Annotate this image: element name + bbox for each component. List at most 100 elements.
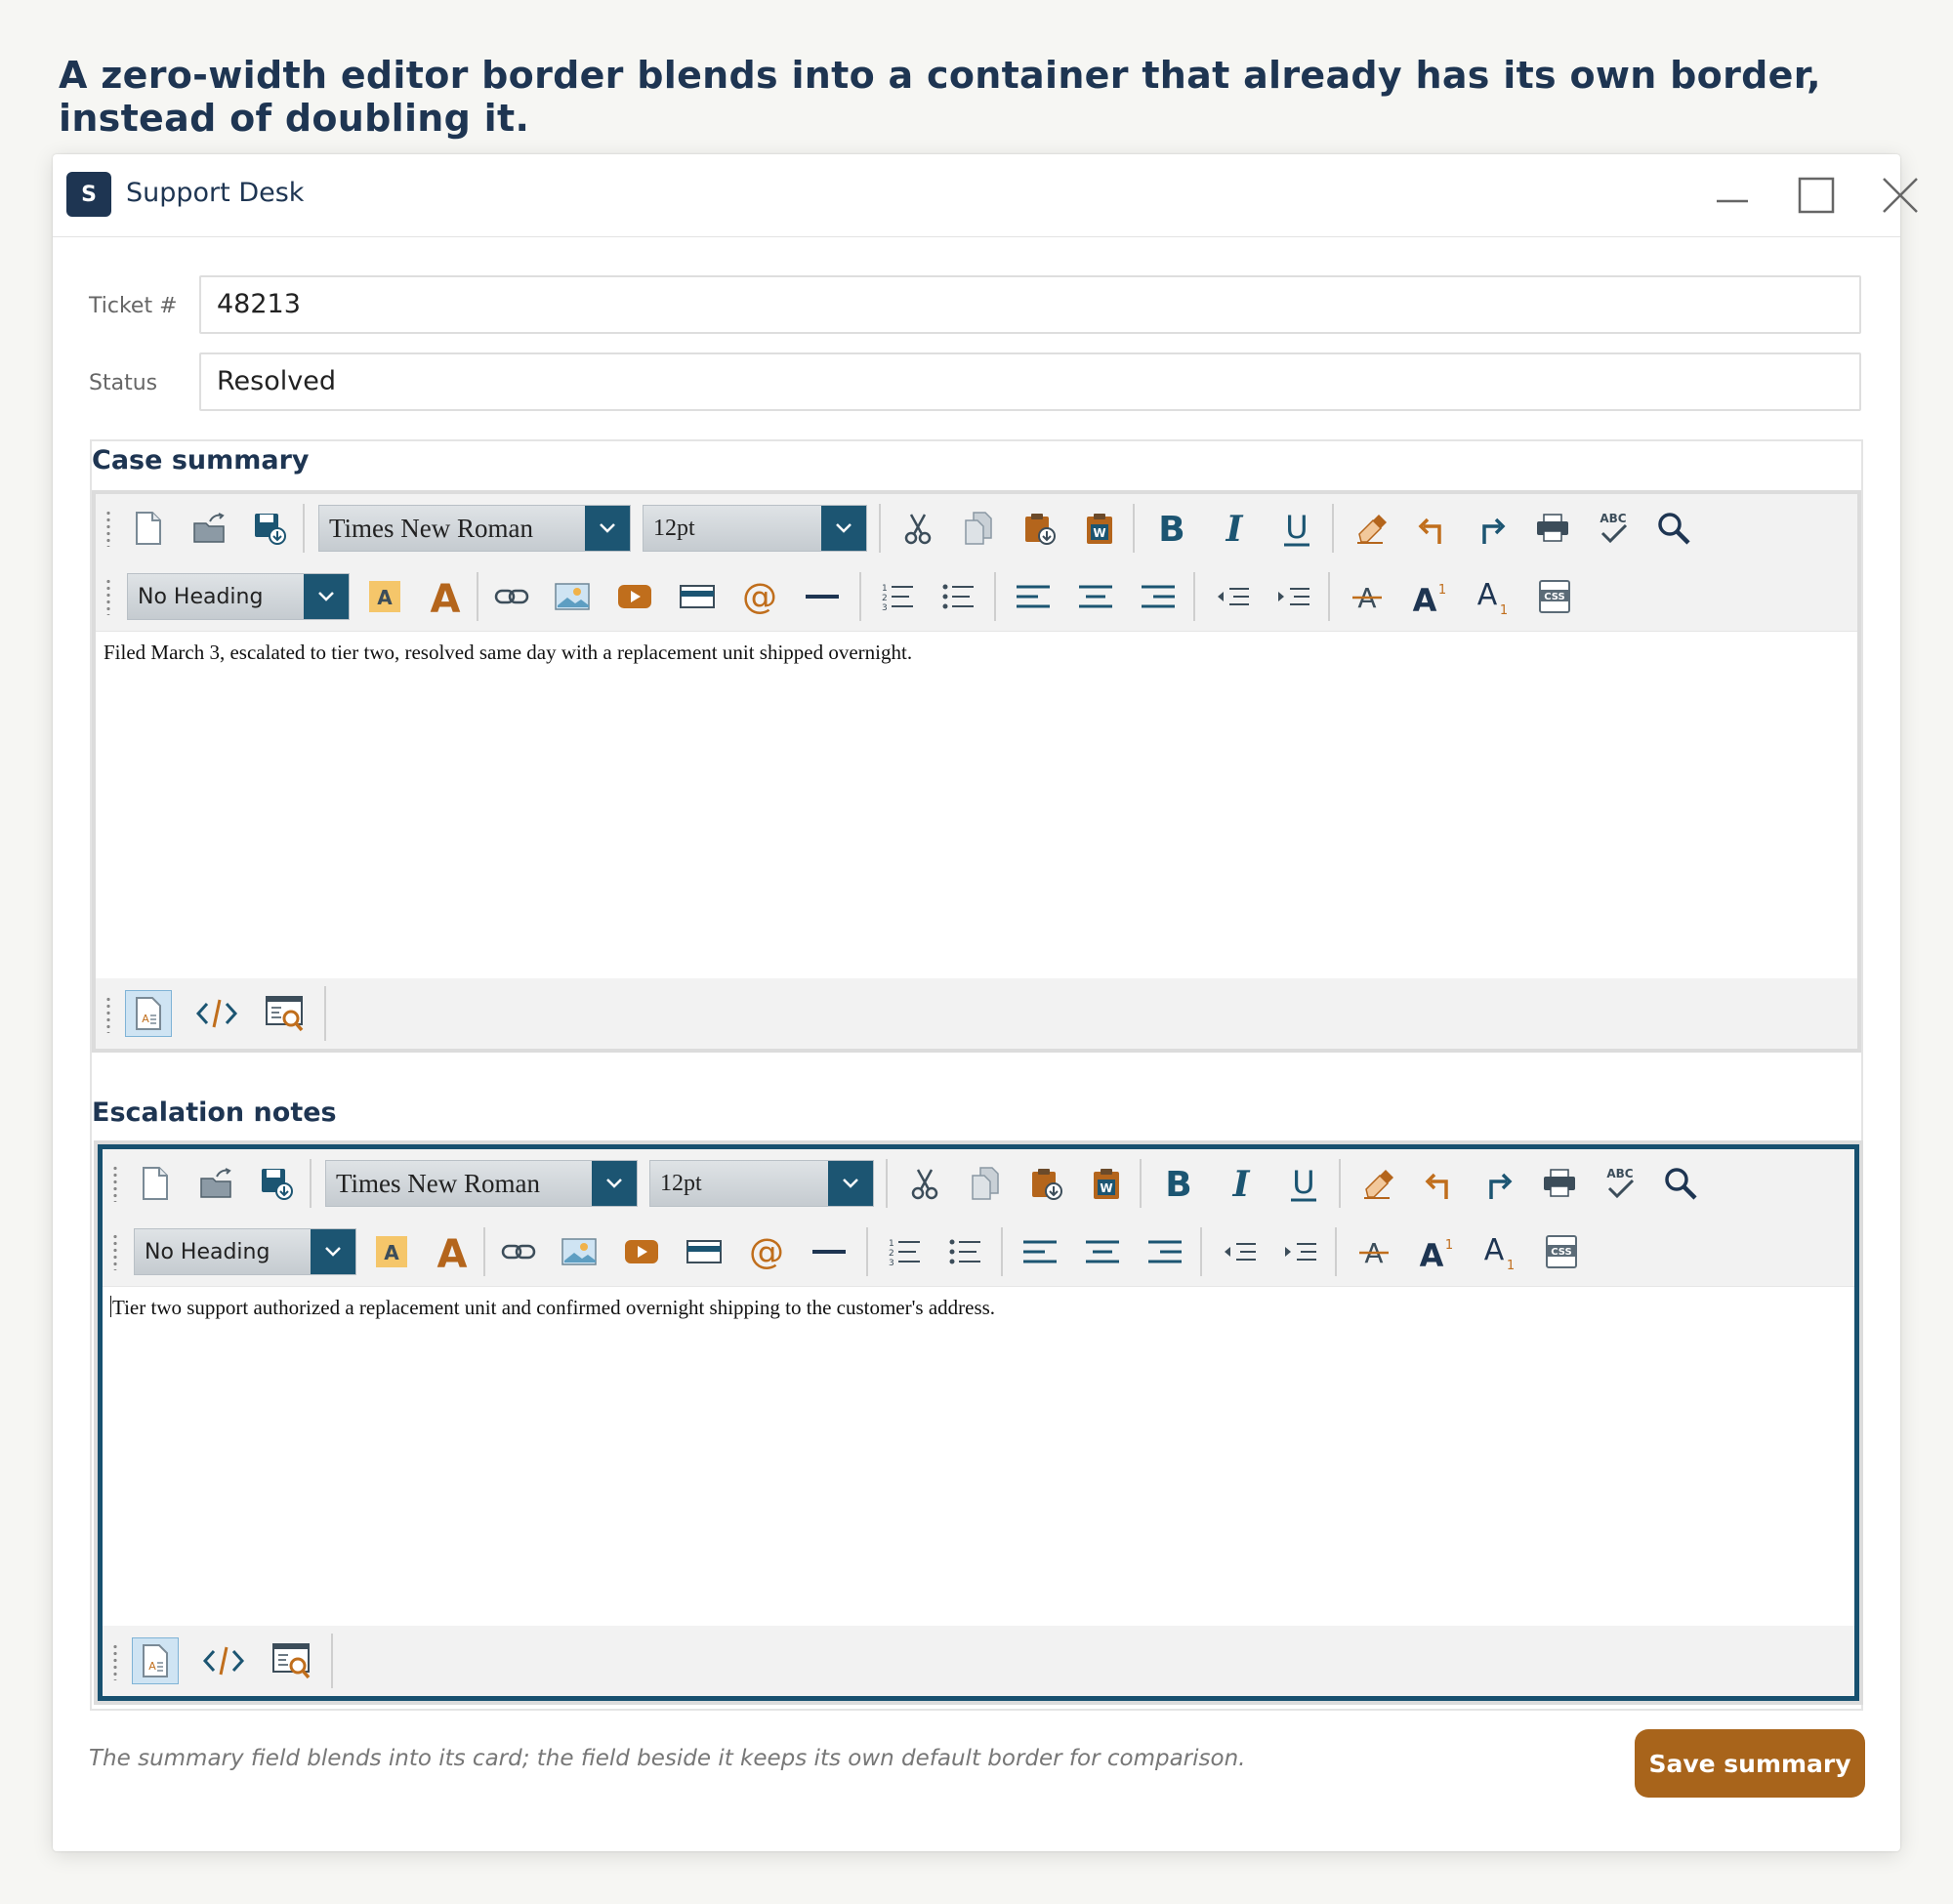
paste-from-word-button[interactable]: W — [1078, 507, 1121, 550]
horizontal-rule-button[interactable] — [808, 1230, 851, 1273]
video-button[interactable] — [620, 1230, 663, 1273]
editor-content[interactable]: Tier two support authorized a replacemen… — [110, 1296, 1847, 1320]
highlight-color-button[interactable]: A — [370, 1230, 413, 1273]
email-link-button[interactable]: @ — [738, 575, 781, 618]
html-mode-button[interactable] — [200, 1637, 247, 1684]
save-button[interactable] — [255, 1162, 298, 1205]
find-button[interactable] — [1652, 507, 1695, 550]
html-mode-button[interactable] — [193, 990, 240, 1037]
italic-button[interactable]: I — [1213, 507, 1256, 550]
preview-mode-icon — [272, 1643, 311, 1679]
underline-button[interactable]: U — [1282, 1162, 1325, 1205]
subscript-button[interactable]: A1 — [1477, 1230, 1520, 1273]
svg-text:W: W — [1093, 526, 1105, 540]
highlight-color-icon: A — [376, 1236, 407, 1267]
toolbar-grip[interactable] — [112, 1165, 118, 1202]
align-center-button[interactable] — [1081, 1230, 1124, 1273]
subscript-button[interactable]: A1 — [1471, 575, 1514, 618]
css-class-button[interactable]: CSS — [1540, 1230, 1583, 1273]
unordered-list-button[interactable] — [944, 1230, 987, 1273]
superscript-button[interactable]: A1 — [1408, 575, 1451, 618]
save-button[interactable] — [248, 507, 291, 550]
ordered-list-button[interactable]: 123 — [877, 575, 920, 618]
paste-from-word-button[interactable]: W — [1085, 1162, 1128, 1205]
indent-button[interactable] — [1278, 1230, 1321, 1273]
strikethrough-button[interactable]: A — [1352, 1230, 1395, 1273]
preview-mode-button[interactable] — [269, 1637, 315, 1684]
status-input[interactable]: Resolved — [199, 352, 1861, 411]
new-document-button[interactable] — [134, 1162, 177, 1205]
editor-content[interactable]: Filed March 3, escalated to tier two, re… — [104, 641, 1849, 665]
copy-button[interactable] — [964, 1162, 1007, 1205]
copy-button[interactable] — [957, 507, 1000, 550]
undo-button[interactable] — [1417, 1162, 1460, 1205]
align-right-button[interactable] — [1137, 575, 1180, 618]
toolbar-grip[interactable] — [105, 996, 111, 1033]
design-mode-button[interactable]: A — [125, 990, 172, 1037]
image-icon — [555, 583, 590, 610]
paste-button[interactable] — [1024, 1162, 1067, 1205]
find-button[interactable] — [1659, 1162, 1702, 1205]
font-color-button[interactable]: A — [431, 1230, 474, 1273]
redo-button[interactable] — [1471, 507, 1514, 550]
align-left-button[interactable] — [1012, 575, 1055, 618]
align-center-button[interactable] — [1074, 575, 1117, 618]
toolbar-grip[interactable] — [105, 510, 111, 547]
minimize-button[interactable] — [1705, 168, 1760, 223]
cut-button[interactable] — [903, 1162, 946, 1205]
heading-select[interactable]: No Heading — [134, 1228, 356, 1275]
clear-format-button[interactable] — [1356, 1162, 1399, 1205]
font-size-select[interactable]: 12pt — [643, 505, 867, 552]
italic-button[interactable]: I — [1220, 1162, 1263, 1205]
align-left-button[interactable] — [1018, 1230, 1061, 1273]
outdent-button[interactable] — [1218, 1230, 1261, 1273]
bold-button[interactable]: B — [1157, 1162, 1200, 1205]
font-name-select[interactable]: Times New Roman — [318, 505, 631, 552]
email-link-button[interactable]: @ — [745, 1230, 788, 1273]
toolbar-grip[interactable] — [112, 1233, 118, 1270]
open-button[interactable] — [187, 507, 230, 550]
design-mode-button[interactable]: A — [132, 1637, 179, 1684]
unordered-list-button[interactable] — [937, 575, 980, 618]
font-size-select[interactable]: 12pt — [649, 1160, 874, 1207]
link-button[interactable] — [490, 575, 533, 618]
bold-button[interactable]: B — [1150, 507, 1193, 550]
media-button[interactable] — [676, 575, 719, 618]
save-summary-button[interactable]: Save summary — [1635, 1729, 1865, 1798]
paste-button[interactable] — [1018, 507, 1060, 550]
print-button[interactable] — [1531, 507, 1574, 550]
toolbar-grip[interactable] — [112, 1643, 118, 1680]
spellcheck-button[interactable]: ABC — [1599, 1162, 1641, 1205]
underline-button[interactable]: U — [1275, 507, 1318, 550]
spellcheck-button[interactable]: ABC — [1592, 507, 1635, 550]
ordered-list-button[interactable]: 123 — [884, 1230, 927, 1273]
strikethrough-button[interactable]: A — [1346, 575, 1389, 618]
font-color-button[interactable]: A — [424, 575, 467, 618]
maximize-button[interactable] — [1789, 168, 1844, 223]
video-button[interactable] — [613, 575, 656, 618]
toolbar-grip[interactable] — [105, 578, 111, 615]
css-class-button[interactable]: CSS — [1533, 575, 1576, 618]
horizontal-rule-button[interactable] — [801, 575, 844, 618]
close-button[interactable] — [1873, 168, 1928, 223]
indent-button[interactable] — [1271, 575, 1314, 618]
ticket-input[interactable]: 48213 — [199, 275, 1861, 334]
open-button[interactable] — [194, 1162, 237, 1205]
clear-format-button[interactable] — [1350, 507, 1392, 550]
undo-button[interactable] — [1410, 507, 1453, 550]
link-button[interactable] — [497, 1230, 540, 1273]
media-button[interactable] — [683, 1230, 726, 1273]
align-right-button[interactable] — [1143, 1230, 1186, 1273]
redo-button[interactable] — [1477, 1162, 1520, 1205]
image-button[interactable] — [558, 1230, 601, 1273]
new-document-button[interactable] — [127, 507, 170, 550]
image-button[interactable] — [551, 575, 594, 618]
print-button[interactable] — [1538, 1162, 1581, 1205]
superscript-button[interactable]: A1 — [1415, 1230, 1458, 1273]
outdent-button[interactable] — [1211, 575, 1254, 618]
cut-button[interactable] — [896, 507, 939, 550]
heading-select[interactable]: No Heading — [127, 573, 350, 620]
preview-mode-button[interactable] — [262, 990, 309, 1037]
font-name-select[interactable]: Times New Roman — [325, 1160, 638, 1207]
highlight-color-button[interactable]: A — [363, 575, 406, 618]
